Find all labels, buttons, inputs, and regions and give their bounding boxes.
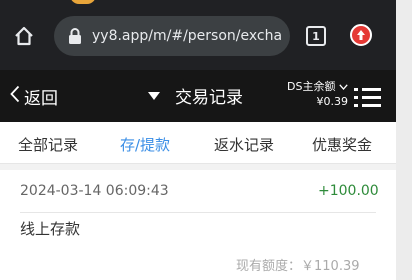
balance-value: ¥0.39 [316, 95, 349, 108]
chevron-left-icon [10, 85, 20, 108]
page-title-dropdown[interactable]: 交易记录 [148, 83, 243, 108]
browser-toolbar: yy8.app/m/#/person/excha 1 [0, 0, 396, 70]
app-header: 返回 交易记录 DS主余额 ¥0.39 [0, 70, 396, 122]
divider [20, 212, 376, 213]
tab-rebate-records[interactable]: 返水记录 [214, 134, 274, 155]
download-button[interactable] [350, 24, 372, 46]
balance-selector[interactable]: DS主余额 ¥0.39 [272, 79, 348, 109]
back-label: 返回 [24, 89, 58, 109]
back-button[interactable]: 返回 [10, 84, 58, 109]
record-quota: 现有额度：￥110.39 [236, 259, 360, 274]
record-datetime: 2024-03-14 06:09:43 [20, 183, 169, 199]
lock-icon [66, 26, 84, 46]
menu-button[interactable] [354, 86, 382, 108]
url-text: yy8.app/m/#/person/excha [92, 28, 283, 44]
tab-bonus[interactable]: 优惠奖金 [312, 134, 372, 155]
balance-label: DS主余额 [287, 80, 336, 93]
dropdown-triangle-icon [148, 91, 160, 100]
page-gutter [396, 0, 412, 280]
record-tabs: 全部记录 存/提款 返水记录 优惠奖金 [0, 122, 396, 164]
tab-deposit-withdraw[interactable]: 存/提款 [120, 134, 170, 155]
page-title: 交易记录 [175, 88, 243, 108]
download-icon [357, 30, 365, 40]
tab-switcher-icon: 1 [312, 29, 320, 43]
record-description: 线上存款 [20, 220, 81, 238]
home-icon [15, 26, 33, 46]
tab-all-records[interactable]: 全部记录 [18, 134, 78, 155]
address-bar[interactable]: yy8.app/m/#/person/excha [54, 16, 290, 56]
home-button[interactable] [12, 24, 36, 48]
chevron-down-icon [339, 84, 348, 90]
status-indicator [70, 0, 96, 4]
record-card[interactable]: 2024-03-14 06:09:43 +100.00 线上存款 现有额度：￥1… [0, 170, 396, 280]
tab-switcher-button[interactable]: 1 [306, 26, 326, 46]
app-screen: yy8.app/m/#/person/excha 1 返回 交易记录 DS主余额 [0, 0, 396, 280]
record-amount: +100.00 [318, 183, 379, 199]
